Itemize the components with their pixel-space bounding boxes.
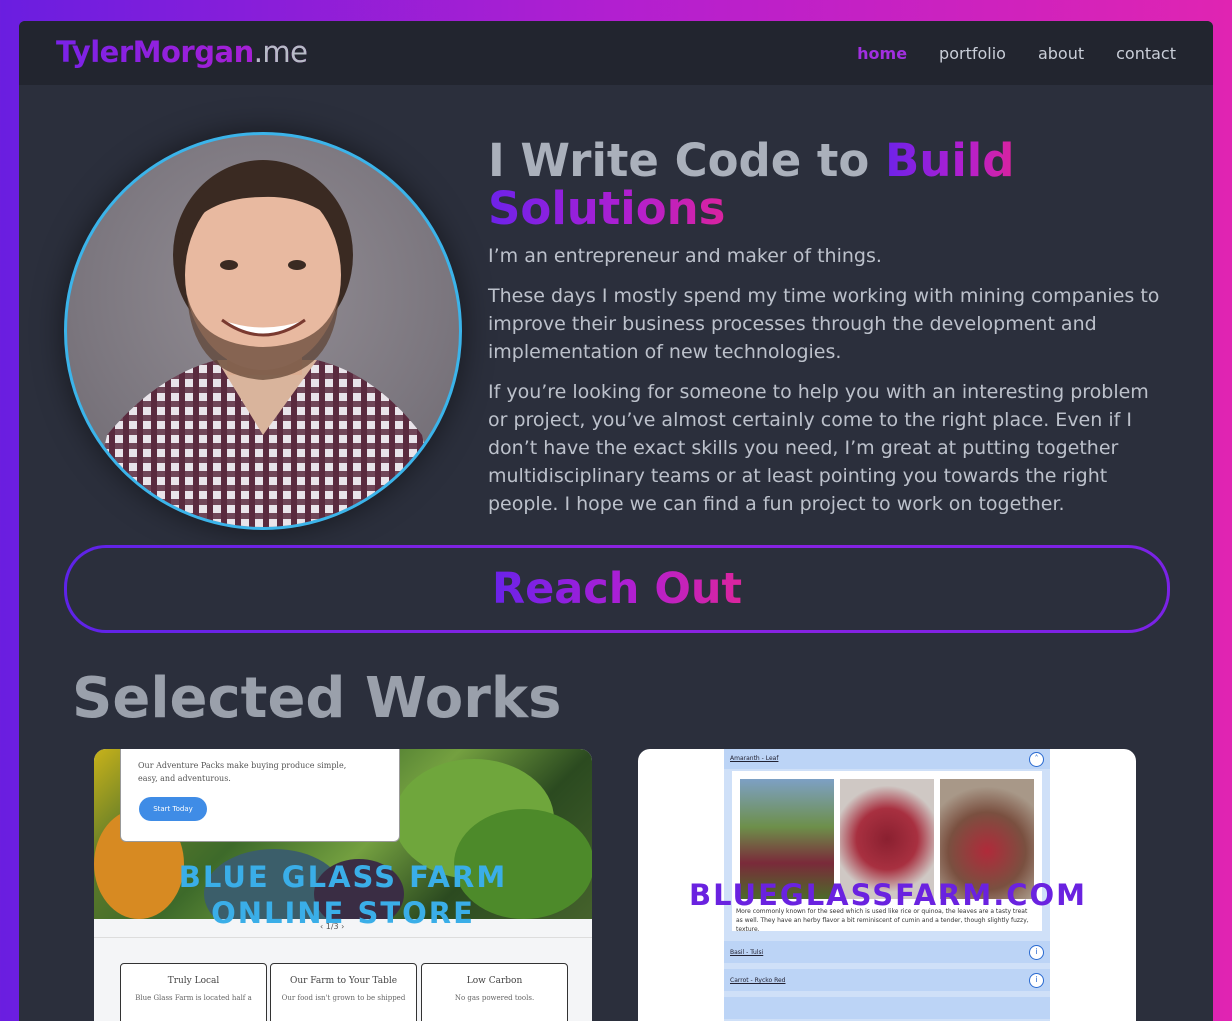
feature-farm-to-table: Our Farm to Your Table Our food isn't gr… [270, 963, 417, 1021]
work-label: BLUEGLASSFARM.COM [688, 878, 1088, 912]
brand-name: TylerMorgan [56, 35, 254, 69]
reach-out-label: Reach Out [492, 548, 742, 630]
adventure-packs-popup: Our Adventure Packs make buying produce … [120, 749, 400, 842]
bio-paragraph-1: I’m an entrepreneur and maker of things. [488, 245, 882, 267]
info-icon[interactable]: i [1029, 945, 1044, 960]
start-today-button[interactable]: Start Today [139, 797, 207, 821]
page-frame: TylerMorgan.me home portfolio about cont… [19, 21, 1213, 1021]
feature-title: Truly Local [167, 976, 220, 986]
feature-title: Low Carbon [466, 976, 523, 986]
popup-text: Our Adventure Packs make buying produce … [138, 761, 347, 783]
headline-accent-2: Solutions [488, 182, 726, 235]
accordion-row-more[interactable] [724, 997, 1050, 1019]
site-logo[interactable]: TylerMorgan.me [56, 35, 308, 69]
nav-portfolio[interactable]: portfolio [939, 44, 1006, 63]
feature-title: Our Farm to Your Table [289, 976, 398, 986]
work-label: BLUE GLASS FARM ONLINE STORE [178, 860, 508, 930]
accordion-title: Amaranth - Leaf [730, 755, 779, 762]
feature-truly-local: Truly Local Blue Glass Farm is located h… [120, 963, 267, 1021]
feature-low-carbon: Low Carbon No gas powered tools. [421, 963, 568, 1021]
nav-home[interactable]: home [857, 44, 907, 63]
accordion-row-carrot[interactable]: Carrot - Rycko Red i [724, 969, 1050, 991]
hero-bio: I’m an entrepreneur and maker of things.… [488, 242, 1168, 530]
profile-photo [64, 132, 462, 530]
feature-desc: Our food isn't grown to be shipped [281, 994, 406, 1002]
accordion-header-amaranth[interactable]: Amaranth - Leaf ˄ [724, 749, 1050, 769]
feature-desc: Blue Glass Farm is located half a [135, 994, 252, 1002]
bio-paragraph-2: These days I mostly spend my time workin… [488, 285, 1160, 363]
row-label: Basil - Tulsi [730, 949, 764, 956]
reach-out-button[interactable]: Reach Out [64, 545, 1170, 633]
portrait-illustration [87, 160, 442, 527]
chevron-up-icon[interactable]: ˄ [1029, 752, 1044, 767]
brand-tld: .me [253, 35, 308, 69]
divider [94, 937, 592, 938]
selected-works-heading: Selected Works [72, 666, 562, 731]
info-icon[interactable]: i [1029, 973, 1044, 988]
work-card-blueglassfarm[interactable]: Amaranth - Leaf ˄ More commonly known fo… [638, 749, 1136, 1021]
navbar: TylerMorgan.me home portfolio about cont… [19, 21, 1213, 85]
bio-paragraph-3: If you’re looking for someone to help yo… [488, 381, 1149, 515]
nav-menu: home portfolio about contact [857, 44, 1176, 63]
feature-desc: No gas powered tools. [454, 994, 535, 1002]
row-label: Carrot - Rycko Red [730, 977, 786, 984]
work-card-online-store[interactable]: Our Adventure Packs make buying produce … [94, 749, 592, 1021]
store-lower-section: ‹ 1/3 › Truly Local Blue Glass Farm is l… [94, 919, 592, 1021]
headline-accent-1: Build [885, 134, 1015, 187]
headline-plain: I Write Code to [488, 134, 886, 187]
hero-headline: I Write Code to Build Solutions [488, 137, 1188, 233]
nav-contact[interactable]: contact [1116, 44, 1176, 63]
nav-about[interactable]: about [1038, 44, 1084, 63]
accordion-row-basil[interactable]: Basil - Tulsi i [724, 941, 1050, 963]
